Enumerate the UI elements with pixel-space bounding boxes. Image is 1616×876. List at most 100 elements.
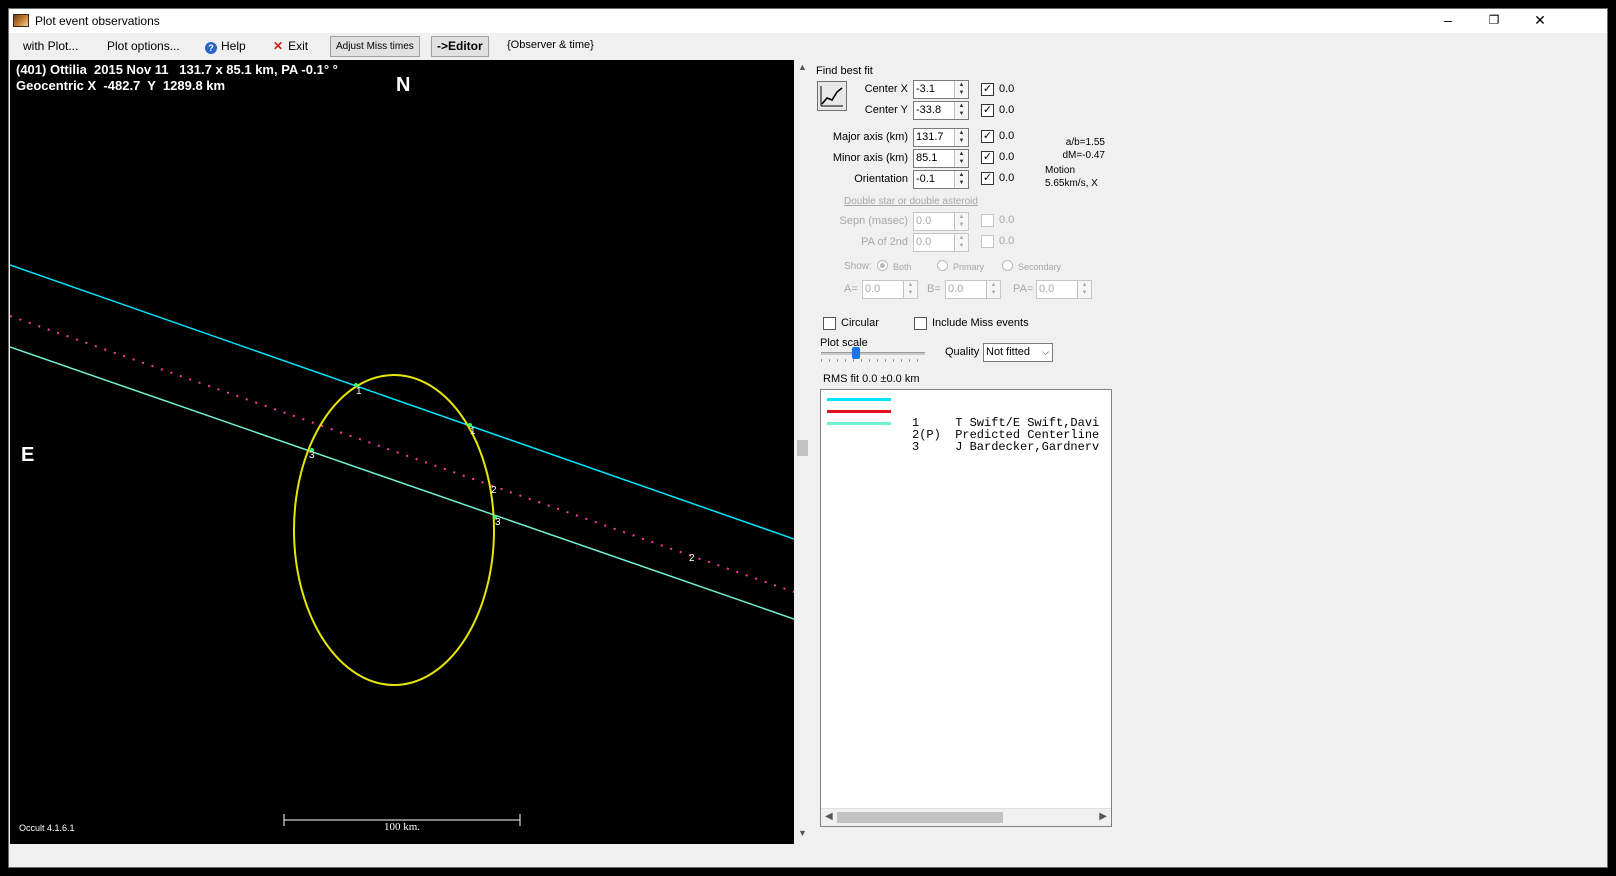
scroll-right-icon[interactable]: ▶ (1099, 811, 1107, 822)
sepn-checkbox[interactable] (981, 214, 994, 227)
include-miss-label: Include Miss events (932, 317, 1029, 329)
motion-value: 5.65km/s, X (1045, 178, 1098, 189)
pa2-spin-icon[interactable]: ▲ ▼ (954, 234, 968, 251)
b-value: 0.0 (948, 283, 964, 295)
observer-legend-list[interactable]: 1 T Swift/E Swift,Davi 2(P) Predicted Ce… (820, 389, 1112, 827)
center-x-spin-icon[interactable]: ▲ ▼ (954, 81, 968, 98)
center-y-input[interactable]: -33.8 ▲ ▼ (913, 101, 969, 120)
orientation-input[interactable]: -0.1 ▲ ▼ (913, 170, 969, 189)
double-star-link[interactable]: Double star or double asteroid (844, 196, 978, 207)
list-item[interactable]: 3 J Bardecker,Gardnerv (821, 417, 1111, 453)
menu-help-label: Help (221, 39, 246, 53)
pa2-input[interactable]: 0.0 ▲ ▼ (913, 233, 969, 252)
east-label: E (21, 444, 35, 466)
center-x-input[interactable]: -3.1 ▲ ▼ (913, 80, 969, 99)
scale-label: 100 km. (384, 821, 421, 833)
restore-button[interactable]: ❐ (1471, 9, 1517, 33)
list-item[interactable]: 1 T Swift/E Swift,Davi (821, 393, 1111, 429)
include-miss-checkbox[interactable] (914, 317, 927, 330)
show-both-label: Both (893, 262, 912, 272)
a-spin-icon[interactable]: ▲ ▼ (903, 281, 917, 298)
menu-observer-time[interactable]: {Observer & time} (507, 39, 594, 51)
center-y-checkbox[interactable]: ✓ (981, 104, 994, 117)
minor-axis-input[interactable]: 85.1 ▲ ▼ (913, 149, 969, 168)
menu-with-plot[interactable]: with Plot... (23, 39, 78, 53)
plot-canvas (10, 264, 794, 826)
close-button[interactable]: ✕ (1517, 9, 1563, 33)
plot-scale-track[interactable] (821, 352, 925, 355)
legend-swatch (827, 398, 891, 401)
main-window: Plot event observations – ❐ ✕ with Plot.… (8, 8, 1608, 868)
chord-label: 2 (491, 485, 497, 496)
major-axis-input[interactable]: 131.7 ▲ ▼ (913, 128, 969, 147)
rms-fit-label: RMS fit 0.0 ±0.0 km (823, 373, 920, 385)
show-label: Show: (844, 261, 872, 272)
orientation-checkbox[interactable]: ✓ (981, 172, 994, 185)
minor-axis-checkbox[interactable]: ✓ (981, 151, 994, 164)
menu-plot-options[interactable]: Plot options... (107, 39, 180, 53)
sepn-fit: 0.0 (999, 214, 1015, 226)
scroll-left-icon[interactable]: ◀ (825, 811, 833, 822)
a-label: A= (844, 283, 858, 295)
pa-input[interactable]: 0.0 ▲ ▼ (1036, 280, 1092, 299)
quality-select[interactable]: Not fitted ⌵ (983, 343, 1053, 362)
plot-scale-slider-thumb[interactable] (852, 347, 860, 359)
a-value: 0.0 (865, 283, 881, 295)
b-spin-icon[interactable]: ▲ ▼ (986, 281, 1000, 298)
scroll-up-icon[interactable]: ▲ (798, 62, 807, 72)
pa-spin-icon[interactable]: ▲ ▼ (1077, 281, 1091, 298)
major-axis-checkbox[interactable]: ✓ (981, 130, 994, 143)
window-title: Plot event observations (35, 14, 160, 28)
minimize-button[interactable]: – (1425, 9, 1471, 33)
ab-ratio: a/b=1.55 (1065, 137, 1105, 148)
adjust-miss-times-button[interactable]: Adjust Miss times (330, 36, 420, 57)
center-y-fit: 0.0 (999, 104, 1015, 116)
show-secondary-radio[interactable] (1002, 260, 1013, 271)
scroll-down-icon[interactable]: ▼ (798, 828, 807, 838)
minor-axis-spin-icon[interactable]: ▲ ▼ (954, 150, 968, 167)
menu-help[interactable]: ? Help (205, 39, 246, 54)
sepn-input[interactable]: 0.0 ▲ ▼ (913, 212, 969, 231)
quality-value: Not fitted (986, 346, 1031, 358)
editor-button[interactable]: ->Editor (431, 36, 489, 57)
pa2-checkbox[interactable] (981, 235, 994, 248)
vertical-scrollbar[interactable]: ▲ ▼ (795, 60, 811, 844)
show-primary-radio[interactable] (937, 260, 948, 271)
motion-label: Motion (1045, 165, 1076, 176)
chord-label: 3 (309, 450, 315, 461)
chord-label: 3 (495, 517, 501, 528)
b-input[interactable]: 0.0 ▲ ▼ (945, 280, 1001, 299)
orientation-value: -0.1 (916, 173, 935, 185)
sepn-label: Sepn (masec) (839, 215, 908, 227)
hscroll-thumb[interactable] (837, 812, 1003, 823)
horizontal-scrollbar[interactable]: ◀ ▶ (821, 808, 1111, 826)
show-secondary-label: Secondary (1018, 262, 1062, 272)
chord-label: 2 (689, 553, 695, 564)
minor-axis-label: Minor axis (km) (832, 152, 908, 164)
fit-panel: Find best fit Center X -3.1 ▲ ▼ ✓ 0.0 Cent… (813, 61, 1113, 845)
center-y-spin-icon[interactable]: ▲ ▼ (954, 102, 968, 119)
major-axis-value: 131.7 (916, 131, 944, 143)
delta-mag: dM=-0.47 (1062, 150, 1105, 161)
chord-line-1 (10, 264, 794, 540)
find-best-fit-label: Find best fit (816, 65, 873, 77)
pa-value: 0.0 (1039, 283, 1055, 295)
sepn-spin-icon[interactable]: ▲ ▼ (954, 213, 968, 230)
list-item[interactable]: 2(P) Predicted Centerline (821, 405, 1111, 441)
major-axis-spin-icon[interactable]: ▲ ▼ (954, 129, 968, 146)
center-x-label: Center X (864, 83, 908, 95)
chevron-down-icon: ⌵ (1042, 347, 1049, 357)
plot-area[interactable]: (401) Ottilia 2015 Nov 11 131.7 x 85.1 k… (10, 60, 794, 844)
circular-checkbox[interactable] (823, 317, 836, 330)
orientation-spin-icon[interactable]: ▲ ▼ (954, 171, 968, 188)
pa2-fit: 0.0 (999, 235, 1015, 247)
menu-exit[interactable]: ✕ Exit (273, 39, 308, 53)
orientation-label: Orientation (854, 173, 908, 185)
show-both-radio[interactable] (877, 260, 888, 271)
predicted-centerline (10, 315, 794, 593)
sepn-value: 0.0 (916, 215, 932, 227)
a-input[interactable]: 0.0 ▲ ▼ (862, 280, 918, 299)
center-x-checkbox[interactable]: ✓ (981, 83, 994, 96)
major-axis-label: Major axis (km) (832, 131, 908, 143)
scroll-thumb[interactable] (797, 440, 808, 456)
